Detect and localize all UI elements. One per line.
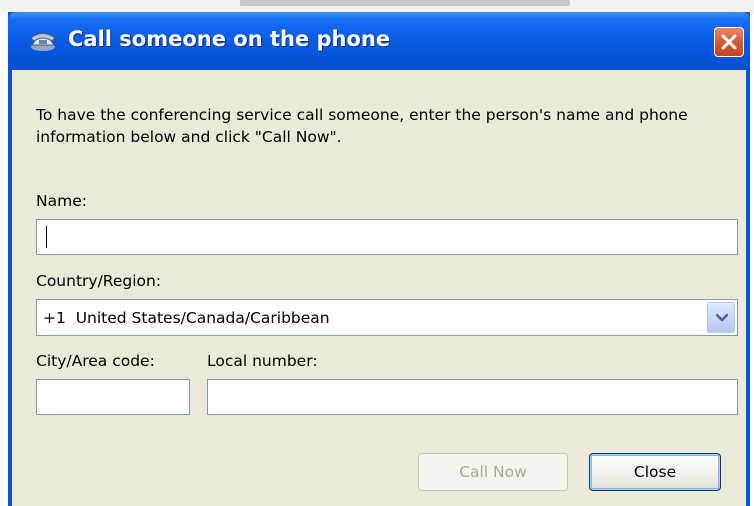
dialog-title: Call someone on the phone — [68, 27, 391, 51]
close-button[interactable]: Close — [589, 453, 721, 491]
area-code-label: City/Area code: — [36, 352, 155, 370]
background-window-content — [240, 0, 570, 6]
country-region-select[interactable]: +1 United States/Canada/Caribbean — [36, 299, 738, 336]
dialog-body: To have the conferencing service call so… — [12, 70, 746, 506]
instructions-text: To have the conferencing service call so… — [36, 106, 688, 146]
name-field[interactable] — [36, 219, 738, 255]
close-icon[interactable] — [714, 27, 744, 57]
phone-icon — [28, 30, 58, 52]
call-now-button[interactable]: Call Now — [418, 453, 568, 491]
area-code-field[interactable] — [36, 379, 190, 415]
title-bar[interactable]: Call someone on the phone — [8, 12, 750, 70]
name-label: Name: — [36, 192, 87, 210]
country-region-value: +1 United States/Canada/Caribbean — [43, 309, 330, 327]
chevron-down-icon[interactable] — [707, 302, 735, 333]
local-number-field[interactable] — [207, 379, 738, 415]
country-region-label: Country/Region: — [36, 272, 162, 290]
call-dialog: Call someone on the phone To have the co… — [8, 12, 750, 506]
text-caret — [46, 226, 47, 248]
screen: Call someone on the phone To have the co… — [0, 0, 754, 506]
local-number-label: Local number: — [207, 352, 318, 370]
